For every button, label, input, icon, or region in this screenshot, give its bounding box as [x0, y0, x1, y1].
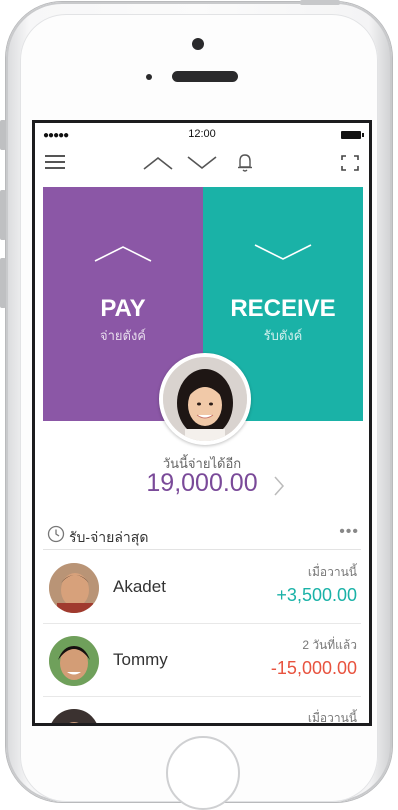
- list-item[interactable]: Akadet เมื่อวานนี้ +3,500.00: [43, 551, 361, 624]
- bell-icon[interactable]: [237, 153, 253, 173]
- more-options-button[interactable]: •••: [339, 523, 359, 541]
- expand-icon[interactable]: [341, 155, 359, 171]
- avatar: [49, 563, 99, 613]
- list-item[interactable]: เมื่อวานนี้: [43, 697, 361, 725]
- front-camera: [192, 38, 204, 50]
- contact-name: Tommy: [113, 650, 168, 669]
- chevron-right-icon[interactable]: [273, 475, 285, 497]
- mute-switch: [0, 120, 6, 150]
- home-button[interactable]: [166, 736, 240, 810]
- battery-icon: [341, 131, 364, 139]
- volume-down-button: [0, 258, 6, 308]
- proximity-sensor: [146, 74, 152, 80]
- transaction-amount: +3,500.00: [276, 585, 357, 605]
- earpiece-speaker: [172, 71, 238, 82]
- status-bar: ●●●●● 12:00: [35, 123, 369, 145]
- app-screen: ●●●●● 12:00 PAY จ่ายตังค์ RECEIVE รับตัง…: [32, 120, 372, 726]
- receive-sublabel: รับตังค์: [263, 328, 303, 343]
- pay-sublabel: จ่ายตังค์: [99, 328, 147, 343]
- nav-bar: [35, 145, 369, 181]
- list-item[interactable]: Tommy 2 วันที่แล้ว -15,000.00: [43, 624, 361, 697]
- hamburger-icon[interactable]: [45, 155, 65, 169]
- chevron-up-icon: [94, 246, 152, 262]
- receive-label: RECEIVE: [230, 295, 336, 322]
- transaction-time: 2 วันที่แล้ว: [302, 638, 357, 652]
- volume-up-button: [0, 190, 6, 240]
- transaction-time: เมื่อวานนี้: [307, 711, 357, 725]
- chevron-down-icon[interactable]: [187, 153, 217, 171]
- status-time: 12:00: [188, 128, 216, 140]
- clock-icon: [47, 525, 65, 543]
- nav-center-controls: [143, 151, 265, 177]
- recent-transactions-header: รับ-จ่ายล่าสุด •••: [43, 521, 361, 550]
- recent-title: รับ-จ่ายล่าสุด: [69, 529, 149, 545]
- pay-label: PAY: [100, 295, 146, 322]
- avatar: [49, 709, 99, 723]
- contact-name: Akadet: [113, 577, 166, 596]
- chevron-up-icon[interactable]: [143, 153, 173, 171]
- avatar: [49, 636, 99, 686]
- daily-limit-amount[interactable]: 19,000.00: [35, 469, 369, 498]
- transaction-amount: -15,000.00: [270, 658, 357, 678]
- transaction-time: เมื่อวานนี้: [307, 565, 357, 579]
- power-button: [300, 0, 340, 5]
- chevron-down-icon: [254, 244, 312, 260]
- user-avatar[interactable]: [159, 353, 251, 445]
